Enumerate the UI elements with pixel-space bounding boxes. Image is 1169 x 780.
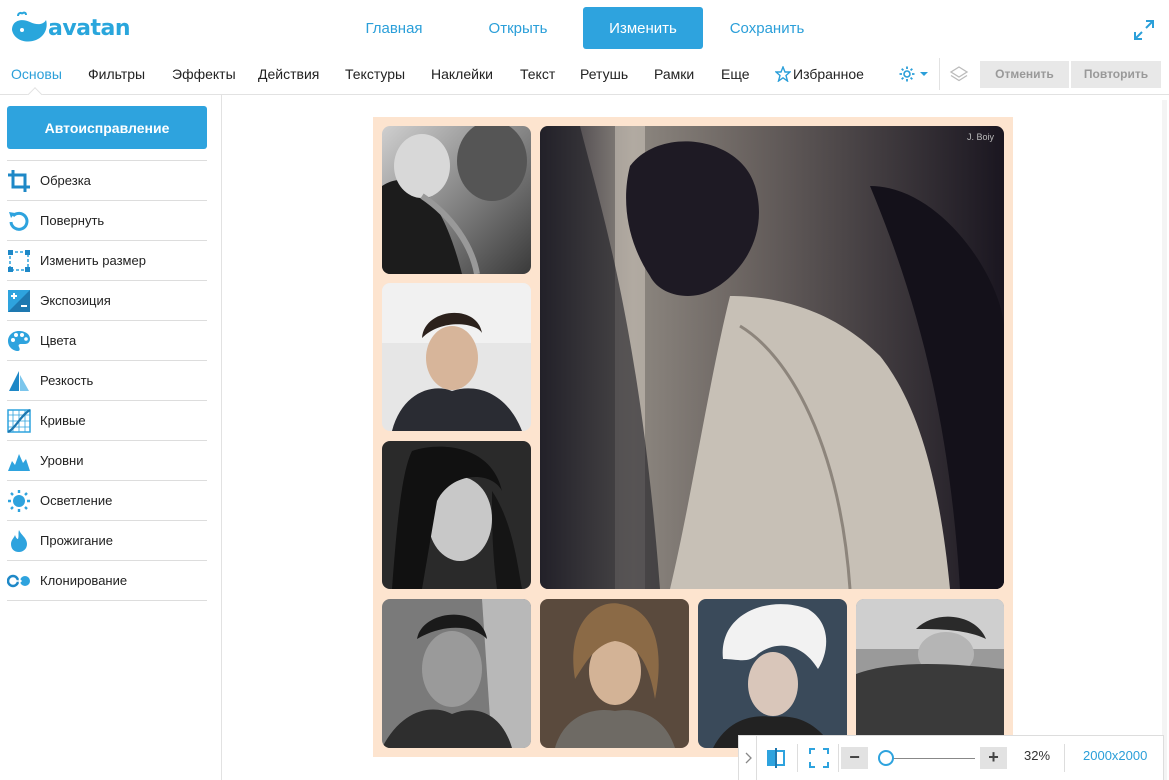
fit-to-screen-icon[interactable] bbox=[809, 748, 829, 768]
photo-collage[interactable]: J. Boiy bbox=[373, 117, 1013, 757]
category-toolbar: Основы Фильтры Эффекты Действия Текстуры… bbox=[0, 55, 1169, 107]
fullscreen-expand-icon[interactable] bbox=[1133, 19, 1155, 41]
tool-burn[interactable]: Прожигание bbox=[7, 521, 207, 561]
tool-label: Клонирование bbox=[40, 573, 128, 588]
tool-resize[interactable]: Изменить размер bbox=[7, 241, 207, 281]
tool-label: Уровни bbox=[40, 453, 84, 468]
tool-exposure[interactable]: Экспозиция bbox=[7, 281, 207, 321]
resize-icon bbox=[8, 249, 30, 272]
zoom-in-button[interactable]: + bbox=[980, 747, 1007, 769]
toolbar-divider bbox=[939, 58, 940, 90]
levels-icon bbox=[8, 453, 30, 471]
crop-icon bbox=[8, 169, 30, 192]
zoom-divider bbox=[797, 744, 798, 772]
tool-label: Прожигание bbox=[40, 533, 113, 548]
header: avatan Главная Открыть Изменить Сохранит… bbox=[0, 0, 1169, 55]
gear-icon bbox=[899, 66, 915, 82]
tab-effects[interactable]: Эффекты bbox=[172, 55, 236, 93]
tool-label: Экспозиция bbox=[40, 293, 111, 308]
collage-photo-young-man[interactable] bbox=[382, 283, 531, 431]
tool-dodge[interactable]: Осветление bbox=[7, 481, 207, 521]
tool-label: Кривые bbox=[40, 413, 86, 428]
zoom-divider bbox=[1064, 744, 1065, 772]
tab-frames[interactable]: Рамки bbox=[654, 55, 694, 93]
tool-sharpness[interactable]: Резкость bbox=[7, 361, 207, 401]
zoom-slider-track[interactable] bbox=[880, 758, 975, 759]
whale-logo-icon bbox=[12, 11, 47, 42]
tab-favorites[interactable]: Избранное bbox=[775, 55, 864, 93]
clone-icon bbox=[7, 574, 30, 587]
sharpness-icon bbox=[9, 370, 29, 391]
nav-edit[interactable]: Изменить bbox=[583, 7, 703, 49]
chevron-down-icon bbox=[920, 72, 928, 76]
zoom-percent: 32% bbox=[1024, 748, 1051, 763]
tool-list: Обрезка Повернуть Изменить размер Экспоз… bbox=[7, 160, 207, 601]
collage-photo-main-woman[interactable]: J. Boiy bbox=[540, 126, 1004, 589]
burn-icon bbox=[11, 529, 27, 552]
auto-fix-button[interactable]: Автоисправление bbox=[7, 106, 207, 149]
tool-label: Повернуть bbox=[40, 213, 105, 228]
canvas-area[interactable]: J. Boiy bbox=[223, 95, 1169, 780]
tool-colors[interactable]: Цвета bbox=[7, 321, 207, 361]
vertical-scrollbar[interactable] bbox=[1162, 100, 1167, 780]
nav-home[interactable]: Главная bbox=[351, 7, 437, 49]
tool-curves[interactable]: Кривые bbox=[7, 401, 207, 441]
nav-open[interactable]: Открыть bbox=[475, 7, 561, 49]
collage-photo-slick-hair-man[interactable] bbox=[382, 599, 531, 748]
tab-more[interactable]: Еще bbox=[721, 55, 750, 93]
tool-label: Осветление bbox=[40, 493, 113, 508]
zoom-bar: − + 32% 2000x2000 bbox=[738, 735, 1164, 780]
tab-text[interactable]: Текст bbox=[520, 55, 555, 93]
settings-dropdown[interactable] bbox=[898, 64, 929, 84]
zoom-divider bbox=[838, 744, 839, 772]
collage-photo-wavy-hair-man[interactable] bbox=[540, 599, 689, 748]
tab-favorites-label: Избранное bbox=[793, 66, 864, 82]
collage-photo-white-hair-man[interactable] bbox=[698, 599, 847, 748]
tab-actions[interactable]: Действия bbox=[258, 55, 319, 93]
undo-button[interactable]: Отменить bbox=[980, 61, 1069, 88]
tools-sidebar: Автоисправление Обрезка Повернуть Измени… bbox=[0, 95, 222, 780]
tab-basics[interactable]: Основы bbox=[11, 55, 62, 93]
zoom-slider-thumb[interactable] bbox=[878, 750, 894, 766]
curves-icon bbox=[7, 408, 31, 433]
dodge-icon bbox=[8, 489, 30, 512]
tab-textures[interactable]: Текстуры bbox=[345, 55, 405, 93]
tab-filters[interactable]: Фильтры bbox=[88, 55, 145, 93]
tool-levels[interactable]: Уровни bbox=[7, 441, 207, 481]
exposure-icon bbox=[8, 289, 30, 312]
logo-text: avatan bbox=[48, 15, 131, 41]
redo-button[interactable]: Повторить bbox=[1071, 61, 1161, 88]
tool-rotate[interactable]: Повернуть bbox=[7, 201, 207, 241]
image-size[interactable]: 2000x2000 bbox=[1083, 748, 1147, 763]
collage-photo-long-hair-man[interactable] bbox=[382, 441, 531, 589]
tab-retouch[interactable]: Ретушь bbox=[580, 55, 628, 93]
chevron-right-icon bbox=[745, 752, 752, 764]
logo[interactable]: avatan bbox=[8, 10, 133, 46]
collage-photo-covered-face[interactable] bbox=[856, 599, 1004, 748]
tool-crop[interactable]: Обрезка bbox=[7, 161, 207, 201]
palette-icon bbox=[8, 330, 30, 351]
tool-clone[interactable]: Клонирование bbox=[7, 561, 207, 601]
tool-label: Обрезка bbox=[40, 173, 91, 188]
zoom-out-button[interactable]: − bbox=[841, 747, 868, 769]
tool-label: Цвета bbox=[40, 333, 77, 348]
collage-photo-couple[interactable] bbox=[382, 126, 531, 274]
compare-icon[interactable] bbox=[765, 747, 787, 769]
rotate-icon bbox=[9, 211, 29, 231]
layers-icon[interactable] bbox=[949, 65, 969, 83]
tool-label: Резкость bbox=[40, 373, 94, 388]
avatan-editor: avatan Главная Открыть Изменить Сохранит… bbox=[0, 0, 1169, 780]
photo-watermark: J. Boiy bbox=[966, 132, 994, 142]
collapse-zoom-bar-button[interactable] bbox=[739, 736, 757, 780]
star-icon bbox=[775, 66, 791, 82]
tool-label: Изменить размер bbox=[40, 253, 146, 268]
tab-stickers[interactable]: Наклейки bbox=[431, 55, 493, 93]
nav-save[interactable]: Сохранить bbox=[722, 7, 812, 49]
